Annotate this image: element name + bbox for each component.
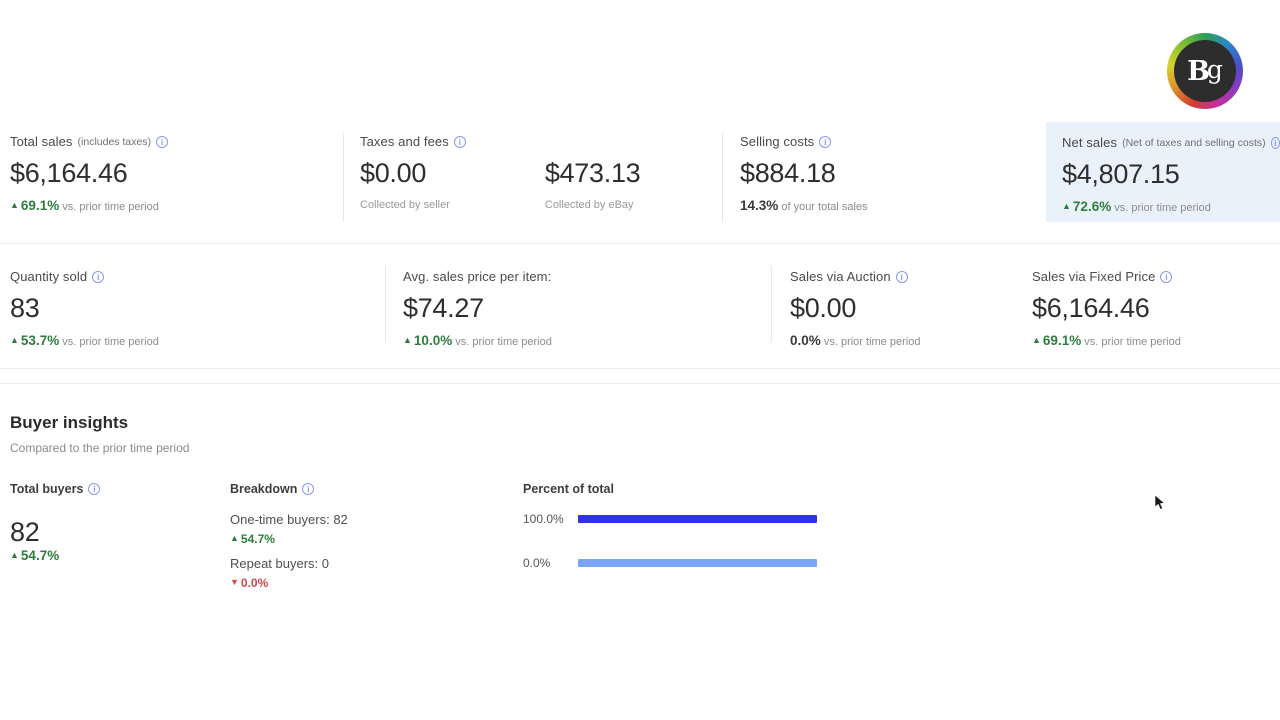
selling-costs-info-icon[interactable]: i bbox=[819, 136, 831, 148]
breakdown-row-one-time: One-time buyers: 82 bbox=[230, 512, 348, 527]
percent-repeat-label: 0.0% bbox=[523, 556, 550, 570]
total-buyers-trend-value: 54.7% bbox=[21, 548, 59, 563]
taxes-ebay-note: Collected by eBay bbox=[545, 199, 641, 211]
up-arrow-icon: ▲ bbox=[10, 335, 19, 345]
card-quantity-sold: Quantity sold i 83 ▲53.7% vs. prior time… bbox=[10, 269, 159, 348]
total-sales-trend-note: vs. prior time period bbox=[62, 201, 159, 213]
breakdown-repeat-trend-value: 0.0% bbox=[241, 576, 268, 590]
selling-costs-value: $884.18 bbox=[740, 158, 868, 189]
breakdown-info-icon[interactable]: i bbox=[302, 483, 314, 495]
card-net-sales: Net sales (Net of taxes and selling cost… bbox=[1046, 122, 1280, 222]
taxes-fees-info-icon[interactable]: i bbox=[454, 136, 466, 148]
taxes-ebay-value: $473.13 bbox=[545, 158, 641, 189]
quantity-sold-trend: 53.7% bbox=[21, 333, 59, 348]
net-sales-label: Net sales bbox=[1062, 135, 1117, 150]
buyer-insights-title: Buyer insights bbox=[10, 413, 128, 433]
net-sales-note: (Net of taxes and selling costs) bbox=[1122, 137, 1266, 149]
percent-of-total-header: Percent of total bbox=[523, 482, 614, 496]
selling-costs-pct-note: of your total sales bbox=[781, 201, 867, 213]
breakdown-header-label: Breakdown bbox=[230, 482, 297, 496]
fixed-price-trend: 69.1% bbox=[1043, 333, 1081, 348]
logo-letter-g: g bbox=[1207, 55, 1223, 84]
total-sales-note: (includes taxes) bbox=[78, 136, 152, 148]
mouse-cursor-icon bbox=[1154, 494, 1166, 512]
total-buyers-header: Total buyers i bbox=[10, 482, 100, 496]
up-arrow-icon: ▲ bbox=[1032, 335, 1041, 345]
up-arrow-icon: ▲ bbox=[1062, 201, 1071, 211]
avg-price-value: $74.27 bbox=[403, 293, 552, 324]
percent-repeat-bar bbox=[578, 559, 817, 567]
net-sales-value: $4,807.15 bbox=[1062, 159, 1280, 190]
card-total-sales: Total sales (includes taxes) i $6,164.46… bbox=[10, 134, 168, 213]
net-sales-trend: 72.6% bbox=[1073, 199, 1111, 214]
divider-section-2 bbox=[0, 383, 1280, 384]
quantity-sold-label: Quantity sold bbox=[10, 269, 87, 284]
taxes-seller-note: Collected by seller bbox=[360, 199, 450, 211]
total-buyers-info-icon[interactable]: i bbox=[88, 483, 100, 495]
down-arrow-icon: ▼ bbox=[230, 577, 239, 587]
auction-label: Sales via Auction bbox=[790, 269, 891, 284]
buyer-insights-subtitle: Compared to the prior time period bbox=[10, 441, 189, 455]
selling-costs-pct: 14.3% bbox=[740, 198, 778, 213]
percent-one-time-bar-fill bbox=[578, 515, 817, 523]
divider-row2-2 bbox=[771, 266, 772, 342]
card-taxes-and-fees: Taxes and fees i $0.00 Collected by sell… bbox=[360, 134, 640, 211]
card-avg-sales-price: Avg. sales price per item: $74.27 ▲10.0%… bbox=[403, 269, 552, 348]
total-sales-value: $6,164.46 bbox=[10, 158, 168, 189]
taxes-ebay-block: $473.13 Collected by eBay bbox=[545, 149, 641, 211]
breakdown-repeat-trend: ▼0.0% bbox=[230, 576, 268, 590]
breakdown-one-time-trend-value: 54.7% bbox=[241, 532, 275, 546]
fixed-price-trend-note: vs. prior time period bbox=[1084, 336, 1181, 348]
net-sales-trend-note: vs. prior time period bbox=[1114, 202, 1211, 214]
up-arrow-icon: ▲ bbox=[230, 533, 239, 543]
avg-price-label: Avg. sales price per item: bbox=[403, 269, 551, 284]
card-sales-via-fixed-price: Sales via Fixed Price i $6,164.46 ▲69.1%… bbox=[1032, 269, 1181, 348]
breakdown-header: Breakdown i bbox=[230, 482, 314, 496]
auction-pct: 0.0% bbox=[790, 333, 821, 348]
divider-row1-2 bbox=[722, 133, 723, 222]
selling-costs-label: Selling costs bbox=[740, 134, 814, 149]
avg-price-trend: 10.0% bbox=[414, 333, 452, 348]
taxes-fees-label: Taxes and fees bbox=[360, 134, 449, 149]
divider-row1-1 bbox=[343, 133, 344, 222]
fixed-price-label: Sales via Fixed Price bbox=[1032, 269, 1155, 284]
net-sales-info-icon[interactable]: i bbox=[1271, 137, 1280, 149]
divider-below-row1 bbox=[0, 243, 1280, 244]
avg-price-trend-note: vs. prior time period bbox=[455, 336, 552, 348]
fixed-price-info-icon[interactable]: i bbox=[1160, 271, 1172, 283]
up-arrow-icon: ▲ bbox=[403, 335, 412, 345]
up-arrow-icon: ▲ bbox=[10, 200, 19, 210]
total-buyers-value: 82 bbox=[10, 517, 39, 548]
total-buyers-header-label: Total buyers bbox=[10, 482, 83, 496]
divider-section-1 bbox=[0, 368, 1280, 369]
divider-row2-1 bbox=[385, 266, 386, 342]
taxes-seller-block: $0.00 Collected by seller bbox=[360, 149, 450, 211]
breakdown-one-time-trend: ▲54.7% bbox=[230, 532, 275, 546]
percent-one-time-label: 100.0% bbox=[523, 512, 564, 526]
fixed-price-value: $6,164.46 bbox=[1032, 293, 1181, 324]
total-sales-trend: 69.1% bbox=[21, 198, 59, 213]
total-sales-info-icon[interactable]: i bbox=[156, 136, 168, 148]
bg-watermark-logo: B g bbox=[1167, 33, 1243, 109]
percent-one-time-bar bbox=[578, 515, 817, 523]
quantity-sold-trend-note: vs. prior time period bbox=[62, 336, 159, 348]
bg-logo-inner: B g bbox=[1174, 40, 1236, 102]
auction-info-icon[interactable]: i bbox=[896, 271, 908, 283]
taxes-seller-value: $0.00 bbox=[360, 158, 450, 189]
auction-value: $0.00 bbox=[790, 293, 920, 324]
card-sales-via-auction: Sales via Auction i $0.00 0.0% vs. prior… bbox=[790, 269, 920, 348]
quantity-sold-info-icon[interactable]: i bbox=[92, 271, 104, 283]
quantity-sold-value: 83 bbox=[10, 293, 159, 324]
total-buyers-trend: ▲54.7% bbox=[10, 548, 59, 563]
total-sales-label: Total sales bbox=[10, 134, 73, 149]
seller-hub-performance-page: B g Total sales (includes taxes) i $6,16… bbox=[0, 0, 1280, 720]
auction-pct-note: vs. prior time period bbox=[824, 336, 921, 348]
card-selling-costs: Selling costs i $884.18 14.3% of your to… bbox=[740, 134, 868, 213]
breakdown-row-repeat: Repeat buyers: 0 bbox=[230, 556, 329, 571]
up-arrow-icon: ▲ bbox=[10, 550, 19, 560]
